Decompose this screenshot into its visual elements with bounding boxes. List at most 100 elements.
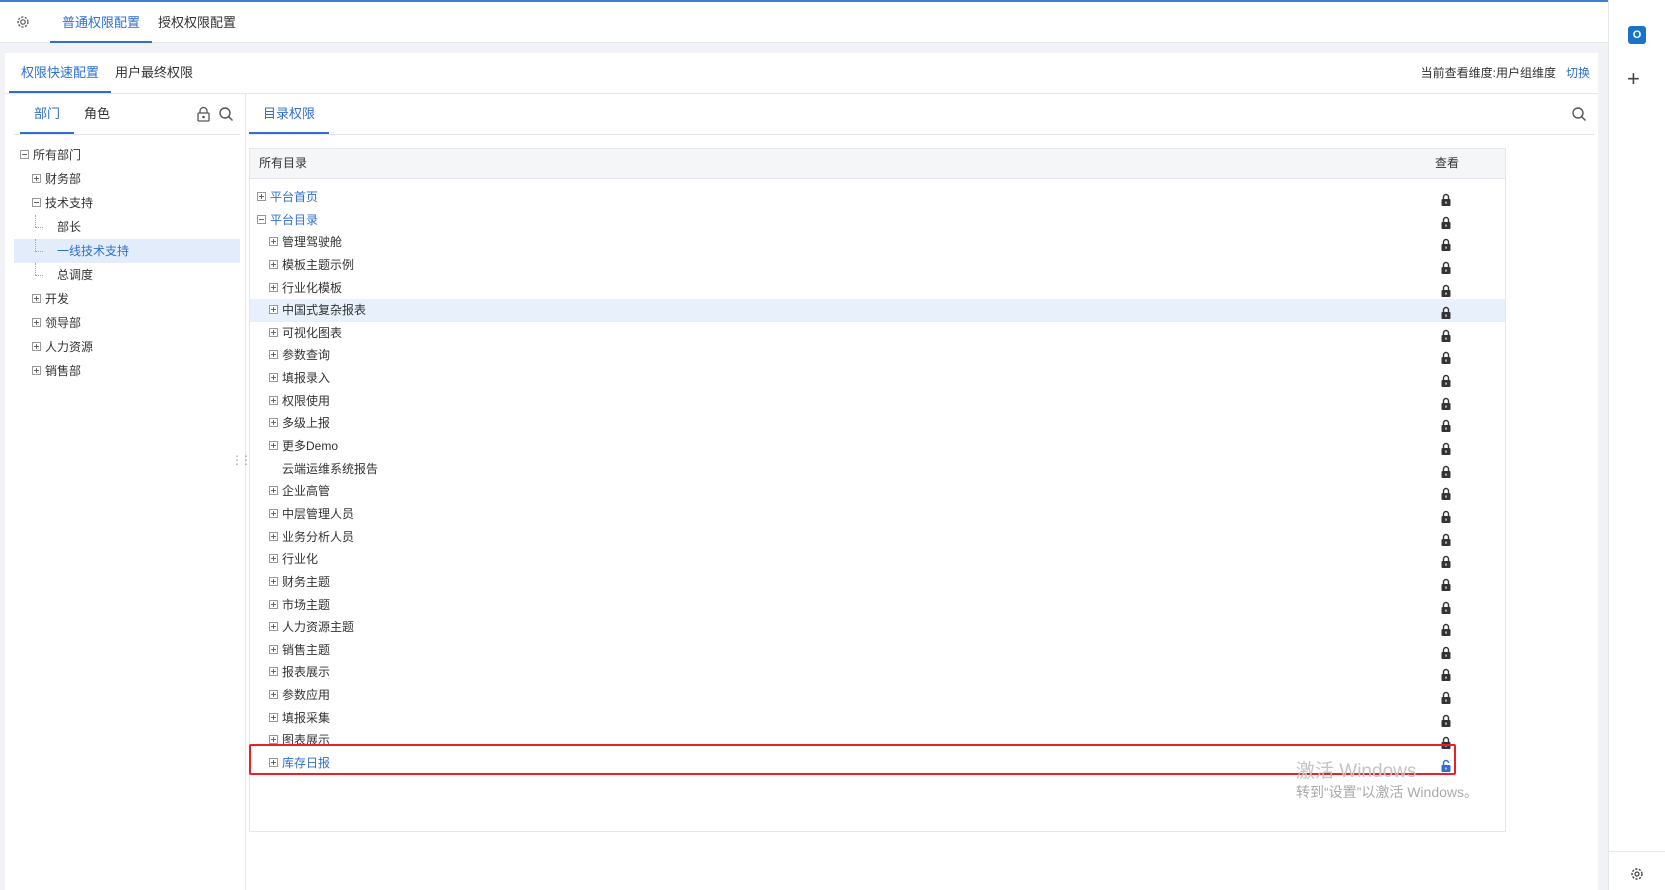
expand-icon[interactable] (269, 282, 278, 292)
expand-icon[interactable] (269, 712, 278, 722)
directory-row[interactable]: 行业化模板 (250, 277, 1505, 300)
outlook-icon[interactable]: O (1628, 26, 1646, 44)
locked-view-permission-icon[interactable] (1440, 666, 1452, 682)
expand-icon[interactable] (32, 342, 41, 351)
department-search-icon[interactable] (218, 106, 234, 122)
locked-view-permission-icon[interactable] (1440, 485, 1452, 501)
expand-icon[interactable] (269, 508, 278, 518)
tab-department[interactable]: 部门 (20, 94, 75, 134)
directory-row[interactable]: 可视化图表 (250, 322, 1505, 345)
expand-icon[interactable] (269, 350, 278, 360)
collapse-icon[interactable] (32, 198, 41, 207)
directory-row[interactable]: 人力资源主题 (250, 616, 1505, 639)
directory-row[interactable]: 销售主题 (250, 639, 1505, 662)
directory-row[interactable]: 权限使用 (250, 390, 1505, 413)
expand-icon[interactable] (32, 318, 41, 327)
expand-icon[interactable] (269, 441, 278, 451)
expand-icon[interactable] (269, 259, 278, 269)
settings-gear-icon[interactable] (15, 14, 31, 30)
expand-icon[interactable] (269, 305, 278, 315)
directory-row[interactable]: 平台目录 (250, 209, 1505, 232)
switch-link[interactable]: 切换 (1566, 53, 1590, 93)
expand-icon[interactable] (257, 192, 266, 201)
panel-drag-handle[interactable]: ⋮⋮ (231, 453, 252, 467)
tab-directory-permission[interactable]: 目录权限 (249, 94, 330, 134)
directory-row[interactable]: 平台首页 (250, 186, 1505, 209)
directory-row[interactable]: 市场主题 (250, 594, 1505, 617)
expand-icon[interactable] (32, 294, 41, 303)
locked-view-permission-icon[interactable] (1440, 349, 1452, 365)
locked-view-permission-icon[interactable] (1440, 621, 1452, 637)
department-tree-item[interactable]: 财务部 (14, 167, 240, 191)
locked-view-permission-icon[interactable] (1440, 372, 1452, 388)
locked-view-permission-icon[interactable] (1440, 304, 1452, 320)
locked-view-permission-icon[interactable] (1440, 463, 1452, 478)
department-tree-item[interactable]: 销售部 (14, 359, 240, 383)
department-tree-item[interactable]: 所有部门 (14, 143, 240, 167)
locked-view-permission-icon[interactable] (1440, 259, 1452, 274)
expand-icon[interactable] (269, 237, 278, 247)
directory-row[interactable]: 中国式复杂报表 (250, 299, 1505, 322)
expand-icon[interactable] (269, 418, 278, 428)
expand-icon[interactable] (269, 395, 278, 405)
expand-icon[interactable] (269, 554, 278, 564)
expand-icon[interactable] (269, 576, 278, 586)
locked-view-permission-icon[interactable] (1440, 282, 1452, 297)
tab-normal-permission-config[interactable]: 普通权限配置 (50, 2, 153, 43)
directory-row[interactable]: 管理驾驶舱 (250, 231, 1505, 254)
locked-view-permission-icon[interactable] (1440, 553, 1452, 569)
department-tree-item[interactable]: 一线技术支持 (14, 239, 240, 263)
expand-icon[interactable] (269, 667, 278, 677)
tab-quick-permission-config[interactable]: 权限快速配置 (9, 53, 112, 93)
locked-view-permission-icon[interactable] (1440, 440, 1452, 456)
locked-view-permission-icon[interactable] (1440, 712, 1452, 727)
directory-row[interactable]: 报表展示 (250, 661, 1505, 684)
locked-view-permission-icon[interactable] (1440, 191, 1452, 206)
collapse-icon[interactable] (257, 214, 266, 224)
department-tree-item[interactable]: 总调度 (14, 263, 240, 287)
locked-view-permission-icon[interactable] (1440, 644, 1452, 659)
directory-row[interactable]: 财务主题 (250, 571, 1505, 594)
directory-row[interactable]: 填报采集 (250, 707, 1505, 730)
expand-icon[interactable] (269, 599, 278, 609)
tab-authorization-permission-config[interactable]: 授权权限配置 (146, 2, 248, 43)
locked-view-permission-icon[interactable] (1440, 395, 1452, 410)
department-tree-item[interactable]: 开发 (14, 287, 240, 311)
directory-row[interactable]: 行业化 (250, 548, 1505, 571)
locked-view-permission-icon[interactable] (1440, 576, 1452, 591)
locked-view-permission-icon[interactable] (1440, 236, 1452, 252)
directory-row[interactable]: 企业高管 (250, 480, 1505, 503)
directory-row[interactable]: 填报录入 (250, 367, 1505, 390)
expand-icon[interactable] (269, 327, 278, 337)
expand-icon[interactable] (32, 366, 41, 375)
locked-view-permission-icon[interactable] (1440, 531, 1452, 546)
expand-icon[interactable] (269, 644, 278, 654)
directory-row[interactable]: 参数应用 (250, 684, 1505, 707)
directory-row[interactable]: 更多Demo (250, 435, 1505, 458)
expand-icon[interactable] (269, 690, 278, 700)
expand-icon[interactable] (32, 174, 41, 183)
expand-icon[interactable] (269, 622, 278, 632)
locked-view-permission-icon[interactable] (1440, 689, 1452, 705)
rail-settings-icon[interactable] (1629, 866, 1645, 882)
locked-view-permission-icon[interactable] (1440, 508, 1452, 523)
department-tree-item[interactable]: 领导部 (14, 311, 240, 335)
directory-row[interactable]: 中层管理人员 (250, 503, 1505, 526)
add-icon[interactable]: + (1627, 68, 1640, 90)
directory-row[interactable]: 模板主题示例 (250, 254, 1505, 277)
directory-row[interactable]: 多级上报 (250, 412, 1505, 435)
tab-role[interactable]: 角色 (70, 94, 124, 134)
department-tree-item[interactable]: 部长 (14, 215, 240, 239)
locked-view-permission-icon[interactable] (1440, 214, 1452, 229)
expand-icon[interactable] (269, 373, 278, 383)
collapse-icon[interactable] (20, 150, 29, 159)
directory-row[interactable]: 业务分析人员 (250, 526, 1505, 549)
locked-view-permission-icon[interactable] (1440, 417, 1452, 433)
lock-filter-icon[interactable] (196, 106, 211, 122)
department-tree-item[interactable]: 技术支持 (14, 191, 240, 215)
department-tree-item[interactable]: 人力资源 (14, 335, 240, 359)
directory-search-icon[interactable] (1571, 106, 1587, 122)
locked-view-permission-icon[interactable] (1440, 599, 1452, 614)
directory-row[interactable]: 参数查询 (250, 344, 1505, 367)
directory-row[interactable]: 云端运维系统报告 (250, 458, 1505, 481)
